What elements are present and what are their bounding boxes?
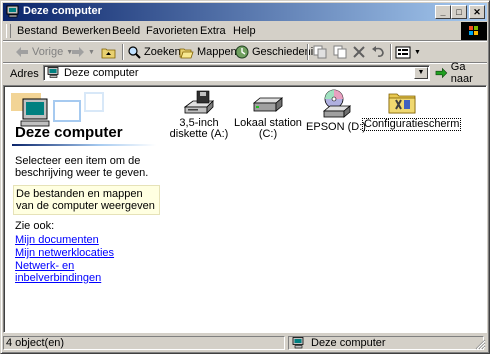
link-network-connections[interactable]: Netwerk- en inbelverbindingen [15,260,160,284]
toolbar-separator [390,44,392,60]
status-location-label: Deze computer [311,337,386,349]
toolbar-separator [307,44,309,60]
address-bar: Adres Deze computer ▼ Ga naar [3,61,487,85]
views-dropdown-icon[interactable]: ▼ [414,49,421,56]
explorer-window: Deze computer _ □ ✕ Bestand Bewerken Bee… [0,0,490,354]
cd-drive-icon [322,89,352,118]
move-to-icon [313,45,327,59]
copy-to-icon [333,45,347,59]
menu-help[interactable]: Help [233,25,256,37]
up-folder-icon [101,48,116,58]
maximize-button[interactable]: □ [451,5,467,19]
forward-dropdown-icon[interactable]: ▼ [88,49,95,56]
panel-title: Deze computer [15,124,123,141]
back-label: Vorige [32,46,64,58]
folders-button[interactable]: Mappen [179,44,237,60]
web-view-panel: Deze computer Selecteer een item om de b… [4,86,160,332]
menu-bewerken[interactable]: Bewerken [62,25,111,37]
go-label: Ga naar [450,61,473,85]
toolbar: Vorige ▼ ▼ Zoeken Mappen Geschiedenis ▼ [3,42,487,62]
computer-icon [6,5,19,18]
panel-title-underline [12,144,156,146]
see-also-label: Zie ook: [15,220,55,232]
resize-grip-icon[interactable] [474,338,486,350]
item-floppy-drive[interactable]: 3,5-inch diskette (A:) [159,89,239,140]
back-arrow-icon [16,47,28,57]
address-dropdown-button[interactable]: ▼ [414,67,428,79]
menu-bar: Bestand Bewerken Beeld Favorieten Extra … [3,22,487,40]
minimize-button[interactable]: _ [435,5,451,19]
search-icon [128,46,141,59]
item-label: 3,5-inch diskette (A:) [169,117,229,140]
item-label: EPSON (D:) [306,121,366,133]
link-my-network-places[interactable]: Mijn netwerklocaties [15,247,114,259]
address-value: Deze computer [64,67,139,79]
status-location: Deze computer [288,336,484,350]
undo-button[interactable] [371,44,385,60]
panel-description: Selecteer een item om de beschrijving we… [15,155,149,179]
history-icon [235,45,249,59]
move-to-button[interactable] [313,44,328,60]
search-button[interactable]: Zoeken [127,44,181,60]
folders-icon [179,48,194,58]
computer-icon [47,67,59,78]
forward-arrow-icon [72,47,84,57]
address-input[interactable]: Deze computer ▼ [43,65,430,81]
link-my-documents[interactable]: Mijn documenten [15,234,99,246]
close-button[interactable]: ✕ [469,5,485,19]
status-object-count: 4 object(en) [3,336,285,350]
menu-grip[interactable] [6,24,11,38]
control-panel-icon [388,93,416,114]
windows-logo-icon [461,22,487,40]
address-label: Adres [10,68,39,80]
go-button[interactable]: Ga naar [435,61,487,85]
toolbar-separator [122,44,124,60]
folders-label: Mappen [197,46,237,58]
delete-button[interactable] [353,44,365,60]
window-title: Deze computer [23,5,102,17]
content-area[interactable]: Deze computer Selecteer een item om de b… [3,85,487,333]
title-bar[interactable]: Deze computer _ □ ✕ [3,3,487,21]
copy-to-button[interactable] [333,44,348,60]
hard-drive-icon [252,97,284,112]
back-button[interactable]: Vorige ▼ [15,44,73,60]
go-arrow-icon [435,67,448,79]
up-folder-button[interactable] [101,44,116,60]
item-label: Lokaal station (C:) [234,117,302,140]
item-label: Configuratiescherm [362,118,462,131]
views-icon [395,46,411,58]
search-label: Zoeken [144,46,181,58]
menu-favorieten[interactable]: Favorieten [146,25,198,37]
panel-hint-box: De bestanden en mappen van de computer w… [13,185,160,215]
computer-icon [292,337,304,349]
item-control-panel[interactable]: Configuratiescherm [362,89,462,131]
delete-icon [353,46,365,58]
menu-bestand[interactable]: Bestand [17,25,57,37]
views-button[interactable]: ▼ [395,44,421,60]
status-bar: 4 object(en) Deze computer [3,335,487,351]
forward-button[interactable]: ▼ [71,44,95,60]
menu-extra[interactable]: Extra [200,25,226,37]
menu-beeld[interactable]: Beeld [112,25,140,37]
undo-icon [372,46,384,57]
floppy-drive-icon [183,90,214,114]
